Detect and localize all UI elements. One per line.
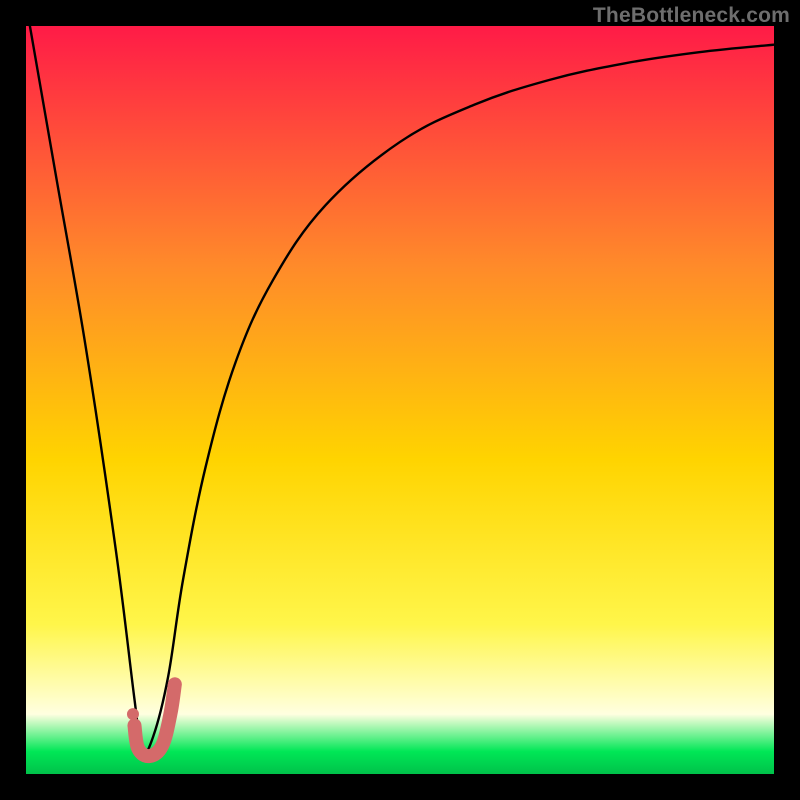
j-marker-dot bbox=[127, 708, 139, 720]
gradient-background bbox=[26, 26, 774, 774]
plot-area bbox=[26, 26, 774, 774]
watermark-text: TheBottleneck.com bbox=[593, 4, 790, 28]
chart-frame: TheBottleneck.com bbox=[0, 0, 800, 800]
chart-svg bbox=[26, 26, 774, 774]
